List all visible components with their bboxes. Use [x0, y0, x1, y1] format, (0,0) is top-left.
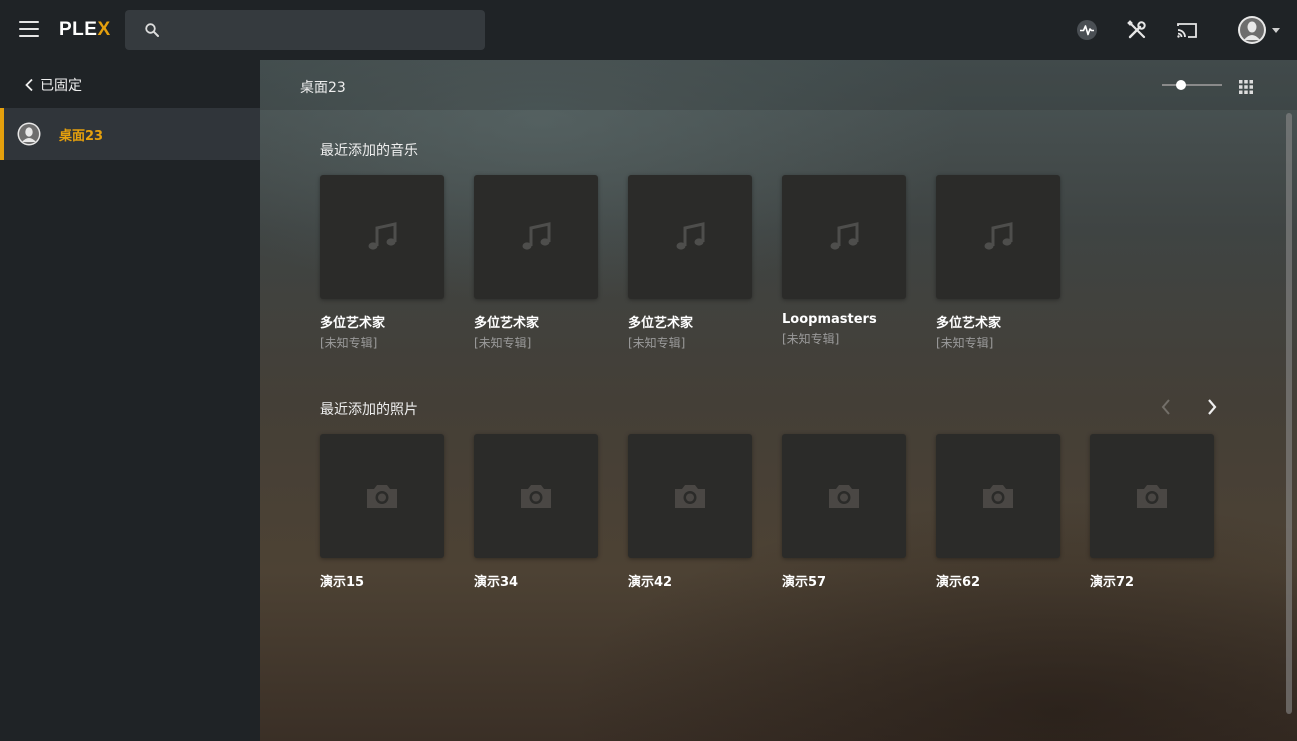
- search-box[interactable]: [125, 10, 485, 52]
- music-note-icon: [368, 222, 397, 250]
- section-title-recent-photos[interactable]: 最近添加的照片: [320, 399, 418, 419]
- card-subtitle[interactable]: [未知专辑]: [474, 334, 598, 351]
- cast-icon[interactable]: [1175, 18, 1199, 42]
- music-card[interactable]: 多位艺术家 [未知专辑]: [320, 175, 444, 351]
- card-title[interactable]: Loopmasters: [782, 312, 906, 327]
- music-thumbnail[interactable]: [474, 175, 598, 299]
- photo-card[interactable]: 演示72: [1090, 434, 1214, 590]
- camera-icon: [367, 485, 397, 508]
- photo-card[interactable]: 演示57: [782, 434, 906, 590]
- card-title[interactable]: 多位艺术家: [628, 312, 752, 331]
- music-note-icon: [676, 222, 705, 250]
- photo-card[interactable]: 演示62: [936, 434, 1060, 590]
- user-menu-button[interactable]: [1237, 14, 1283, 46]
- photo-thumbnail[interactable]: [1090, 434, 1214, 558]
- card-title[interactable]: 演示34: [474, 571, 598, 590]
- back-link-label: 已固定: [40, 78, 82, 94]
- card-subtitle[interactable]: [未知专辑]: [320, 334, 444, 351]
- card-title[interactable]: 多位艺术家: [474, 312, 598, 331]
- sidebar-item-desktop23[interactable]: 桌面23: [0, 108, 260, 160]
- vertical-scrollbar[interactable]: [1286, 113, 1292, 714]
- grid-view-icon[interactable]: [1239, 79, 1253, 94]
- active-indicator: [0, 108, 4, 160]
- photo-thumbnail[interactable]: [474, 434, 598, 558]
- chevron-left-icon: [25, 78, 33, 92]
- card-title[interactable]: 多位艺术家: [320, 312, 444, 331]
- section-title-recent-music[interactable]: 最近添加的音乐: [320, 140, 418, 160]
- music-card[interactable]: 多位艺术家 [未知专辑]: [628, 175, 752, 351]
- server-avatar-icon: [17, 122, 41, 146]
- main-content: 桌面23 最近添加的音乐 多位艺术家 [未知专辑] 多位艺术家 [未知专辑] 多…: [260, 60, 1297, 741]
- chevron-left-icon[interactable]: [1156, 397, 1176, 417]
- camera-icon: [983, 485, 1013, 508]
- photo-card[interactable]: 演示34: [474, 434, 598, 590]
- card-subtitle[interactable]: [未知专辑]: [782, 330, 906, 347]
- camera-icon: [829, 485, 859, 508]
- user-avatar-icon: [1238, 16, 1280, 44]
- card-subtitle[interactable]: [未知专辑]: [628, 334, 752, 351]
- chevron-right-icon[interactable]: [1202, 397, 1222, 417]
- music-thumbnail[interactable]: [782, 175, 906, 299]
- plex-logo[interactable]: PLEX: [59, 19, 111, 41]
- music-note-icon: [522, 222, 551, 250]
- music-thumbnail[interactable]: [320, 175, 444, 299]
- card-title[interactable]: 演示57: [782, 571, 906, 590]
- camera-icon: [675, 485, 705, 508]
- photo-card[interactable]: 演示42: [628, 434, 752, 590]
- card-title[interactable]: 演示42: [628, 571, 752, 590]
- camera-icon: [521, 485, 551, 508]
- music-thumbnail[interactable]: [628, 175, 752, 299]
- card-title[interactable]: 演示62: [936, 571, 1060, 590]
- music-note-icon: [984, 222, 1013, 250]
- camera-icon: [1137, 485, 1167, 508]
- wrench-screwdriver-icon[interactable]: [1125, 18, 1149, 42]
- hamburger-menu-icon[interactable]: [19, 21, 39, 39]
- photo-thumbnail[interactable]: [320, 434, 444, 558]
- photo-thumbnail[interactable]: [936, 434, 1060, 558]
- sidebar-item-label: 桌面23: [59, 129, 104, 144]
- music-note-icon: [830, 222, 859, 250]
- search-input[interactable]: [173, 10, 477, 52]
- sidebar: 已固定 桌面23: [0, 60, 260, 741]
- search-icon: [145, 23, 159, 37]
- music-thumbnail[interactable]: [936, 175, 1060, 299]
- slider-knob[interactable]: [1176, 80, 1186, 90]
- card-subtitle[interactable]: [未知专辑]: [936, 334, 1060, 351]
- card-title[interactable]: 演示72: [1090, 571, 1214, 590]
- slider-track: [1162, 84, 1222, 86]
- photo-thumbnail[interactable]: [628, 434, 752, 558]
- card-title[interactable]: 演示15: [320, 571, 444, 590]
- music-card[interactable]: 多位艺术家 [未知专辑]: [474, 175, 598, 351]
- poster-size-slider[interactable]: [1162, 80, 1222, 90]
- main-header: 桌面23: [260, 60, 1297, 110]
- card-title[interactable]: 多位艺术家: [936, 312, 1060, 331]
- page-title: 桌面23: [300, 80, 346, 96]
- photo-thumbnail[interactable]: [782, 434, 906, 558]
- activity-icon[interactable]: [1075, 18, 1099, 42]
- music-card[interactable]: 多位艺术家 [未知专辑]: [936, 175, 1060, 351]
- top-bar: PLEX: [0, 0, 1297, 60]
- photo-card[interactable]: 演示15: [320, 434, 444, 590]
- back-to-pinned-link[interactable]: 已固定: [24, 75, 82, 95]
- music-card[interactable]: Loopmasters [未知专辑]: [782, 175, 906, 347]
